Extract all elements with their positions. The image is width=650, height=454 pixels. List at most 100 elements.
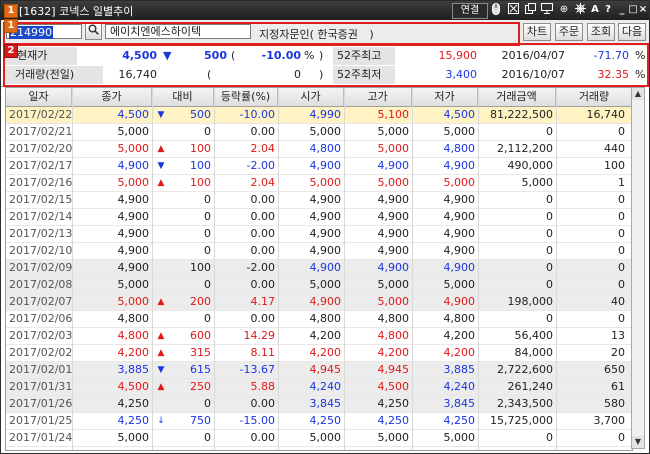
cell-low: 4,900 (443, 227, 476, 240)
table-row[interactable]: 2017/02/08 5,000 0 0.00 5,000 5,000 5,000 0 0 (6, 277, 632, 294)
cell-date: 2017/02/21 (9, 125, 73, 138)
help-icon[interactable]: ? (603, 3, 613, 17)
table-row[interactable]: 2017/02/07 5,000 ▲ 200 4.17 4,900 5,000 4,900 19… (6, 294, 632, 311)
cell-date: 2017/02/16 (9, 176, 73, 189)
table-row[interactable]: 2017/02/15 4,900 0 0.00 4,900 4,900 4,900 0 0 (6, 192, 632, 209)
title-bar[interactable]: 1 [1632] 코넥스 일별추이 연결 ⊕ A ? _ □ × (1, 1, 649, 20)
table-row[interactable]: 2017/01/26 4,250 0 0.00 3,845 4,250 3,845 2,343… (6, 396, 632, 413)
scroll-up-icon[interactable]: ▲ (632, 88, 644, 100)
column-header-volume[interactable]: 거래량 (556, 88, 632, 106)
next-button[interactable]: 다음 (618, 23, 646, 41)
pin-icon[interactable]: ⊕ (558, 3, 570, 17)
table-row[interactable]: 2017/02/09 4,900 100 -2.00 4,900 4,900 4,900 0 0 (6, 260, 632, 277)
cell-date: 2017/02/03 (9, 329, 73, 342)
cell-volume: 580 (604, 397, 625, 410)
cell-volume: 0 (618, 312, 625, 325)
cell-open: 4,200 (309, 346, 342, 359)
column-header-rate[interactable]: 등락률(%) (214, 88, 278, 106)
table-row[interactable]: 2017/02/21 5,000 0 0.00 5,000 5,000 5,000 0 0 (6, 124, 632, 141)
column-header-close[interactable]: 종가 (72, 88, 152, 106)
table-row[interactable]: 2017/02/14 4,900 0 0.00 4,900 4,900 4,900 0 0 (6, 209, 632, 226)
settings-icon[interactable] (574, 3, 586, 17)
cell-diff: 500 (190, 108, 211, 121)
vertical-scrollbar[interactable]: ▲ ▼ (631, 87, 645, 449)
cell-low: 4,900 (443, 295, 476, 308)
cell-rate: -13.67 (239, 363, 275, 376)
column-header-diff[interactable]: 대비 (152, 88, 214, 106)
column-header-amount[interactable]: 거래금액 (478, 88, 556, 106)
table-row[interactable]: 2017/02/03 4,800 ▲ 600 14.29 4,200 4,800 4,200 5… (6, 328, 632, 345)
cell-rate: -10.00 (239, 108, 275, 121)
cell-high: 5,000 (377, 125, 410, 138)
table-row[interactable]: 2017/01/31 4,500 ▲ 250 5.88 4,240 4,500 4,240 26… (6, 379, 632, 396)
monitor-icon[interactable] (541, 3, 553, 17)
font-size-icon[interactable]: A (590, 3, 600, 17)
cell-low: 4,250 (443, 414, 476, 427)
copy-icon[interactable] (524, 3, 536, 17)
cell-date: 2017/01/26 (9, 397, 73, 410)
cell-rate: -2.00 (246, 159, 275, 172)
column-header-open[interactable]: 시가 (278, 88, 344, 106)
table-row[interactable]: 2017/02/22 4,500 ▼ 500 -10.00 4,990 5,100 4,500… (6, 107, 632, 124)
cell-date: 2017/02/10 (9, 244, 73, 257)
cell-diff: 0 (204, 227, 211, 240)
table-row[interactable]: 2017/02/02 4,200 ▲ 315 8.11 4,200 4,200 4,200 84… (6, 345, 632, 362)
column-header-high[interactable]: 고가 (344, 88, 412, 106)
cell-close: 4,900 (117, 261, 150, 274)
query-button[interactable]: 조회 (587, 23, 615, 41)
table-row[interactable]: 2017/02/01 3,885 ▼ 615 -13.67 4,945 4,945 3,885… (6, 362, 632, 379)
cell-amount: 0 (546, 125, 553, 138)
link-button[interactable]: 연결 (452, 3, 488, 19)
column-divider (152, 88, 153, 450)
window-number-badge: 1 (4, 4, 18, 18)
table-row[interactable]: 2017/02/13 4,900 0 0.00 4,900 4,900 4,900 0 0 (6, 226, 632, 243)
cell-low: 4,500 (443, 108, 476, 121)
cell-high: 5,000 (377, 176, 410, 189)
info-highlight-frame (3, 43, 649, 87)
print-icon[interactable] (507, 3, 519, 17)
close-icon[interactable]: × (638, 3, 648, 17)
cell-rate: 4.17 (250, 295, 276, 308)
cell-volume: 0 (618, 227, 625, 240)
cell-date: 2017/02/07 (9, 295, 73, 308)
column-header-date[interactable]: 일자 (6, 88, 72, 106)
scroll-down-icon[interactable]: ▼ (632, 436, 644, 448)
cell-amount: 0 (546, 431, 553, 444)
table-row[interactable]: 2017/02/16 5,000 ▲ 100 2.04 5,000 5,000 5,000 5,… (6, 175, 632, 192)
cell-close: 3,885 (117, 363, 150, 376)
table-row[interactable]: 2017/02/20 5,000 ▲ 100 2.04 4,800 5,000 4,800 2,… (6, 141, 632, 158)
cell-low: 4,900 (443, 261, 476, 274)
table-row[interactable]: 2017/01/24 5,000 0 0.00 5,000 5,000 5,000 0 0 (6, 430, 632, 447)
cell-close: 4,900 (117, 244, 150, 257)
cell-low: 4,200 (443, 329, 476, 342)
cell-open: 4,900 (309, 227, 342, 240)
table-row[interactable]: 2017/02/10 4,900 0 0.00 4,900 4,900 4,900 0 0 (6, 243, 632, 260)
cell-amount: 15,725,000 (490, 414, 553, 427)
cell-close: 4,800 (117, 329, 150, 342)
table-row[interactable]: 2017/02/06 4,800 0 0.00 4,800 4,800 4,800 0 0 (6, 311, 632, 328)
chart-button[interactable]: 차트 (523, 23, 551, 41)
cell-rate: 0.00 (250, 431, 276, 444)
column-header-low[interactable]: 저가 (412, 88, 478, 106)
table-row[interactable]: 2017/02/17 4,900 ▼ 100 -2.00 4,900 4,900 4,900 4… (6, 158, 632, 175)
cell-rate: 0.00 (250, 193, 276, 206)
cell-rate: 5.88 (250, 380, 276, 393)
cell-amount: 84,000 (514, 346, 554, 359)
cell-amount: 2,343,500 (497, 397, 553, 410)
cell-rate: 2.04 (250, 176, 276, 189)
cell-volume: 0 (618, 431, 625, 444)
cell-amount: 490,000 (507, 159, 554, 172)
cell-rate: -15.00 (239, 414, 275, 427)
restore-icon[interactable]: □ (628, 3, 638, 17)
order-button[interactable]: 주문 (555, 23, 583, 41)
minimize-icon[interactable]: _ (617, 3, 627, 17)
cell-high: 4,945 (377, 363, 410, 376)
cell-volume: 0 (618, 193, 625, 206)
cell-low: 4,800 (443, 312, 476, 325)
cell-diff: 600 (190, 329, 211, 342)
cell-open: 4,900 (309, 193, 342, 206)
cell-low: 5,000 (443, 431, 476, 444)
mouse-icon[interactable] (491, 3, 501, 17)
cell-high: 4,900 (377, 159, 410, 172)
table-row[interactable]: 2017/01/25 4,250 ↓ 750 -15.00 4,250 4,250 4,250… (6, 413, 632, 430)
